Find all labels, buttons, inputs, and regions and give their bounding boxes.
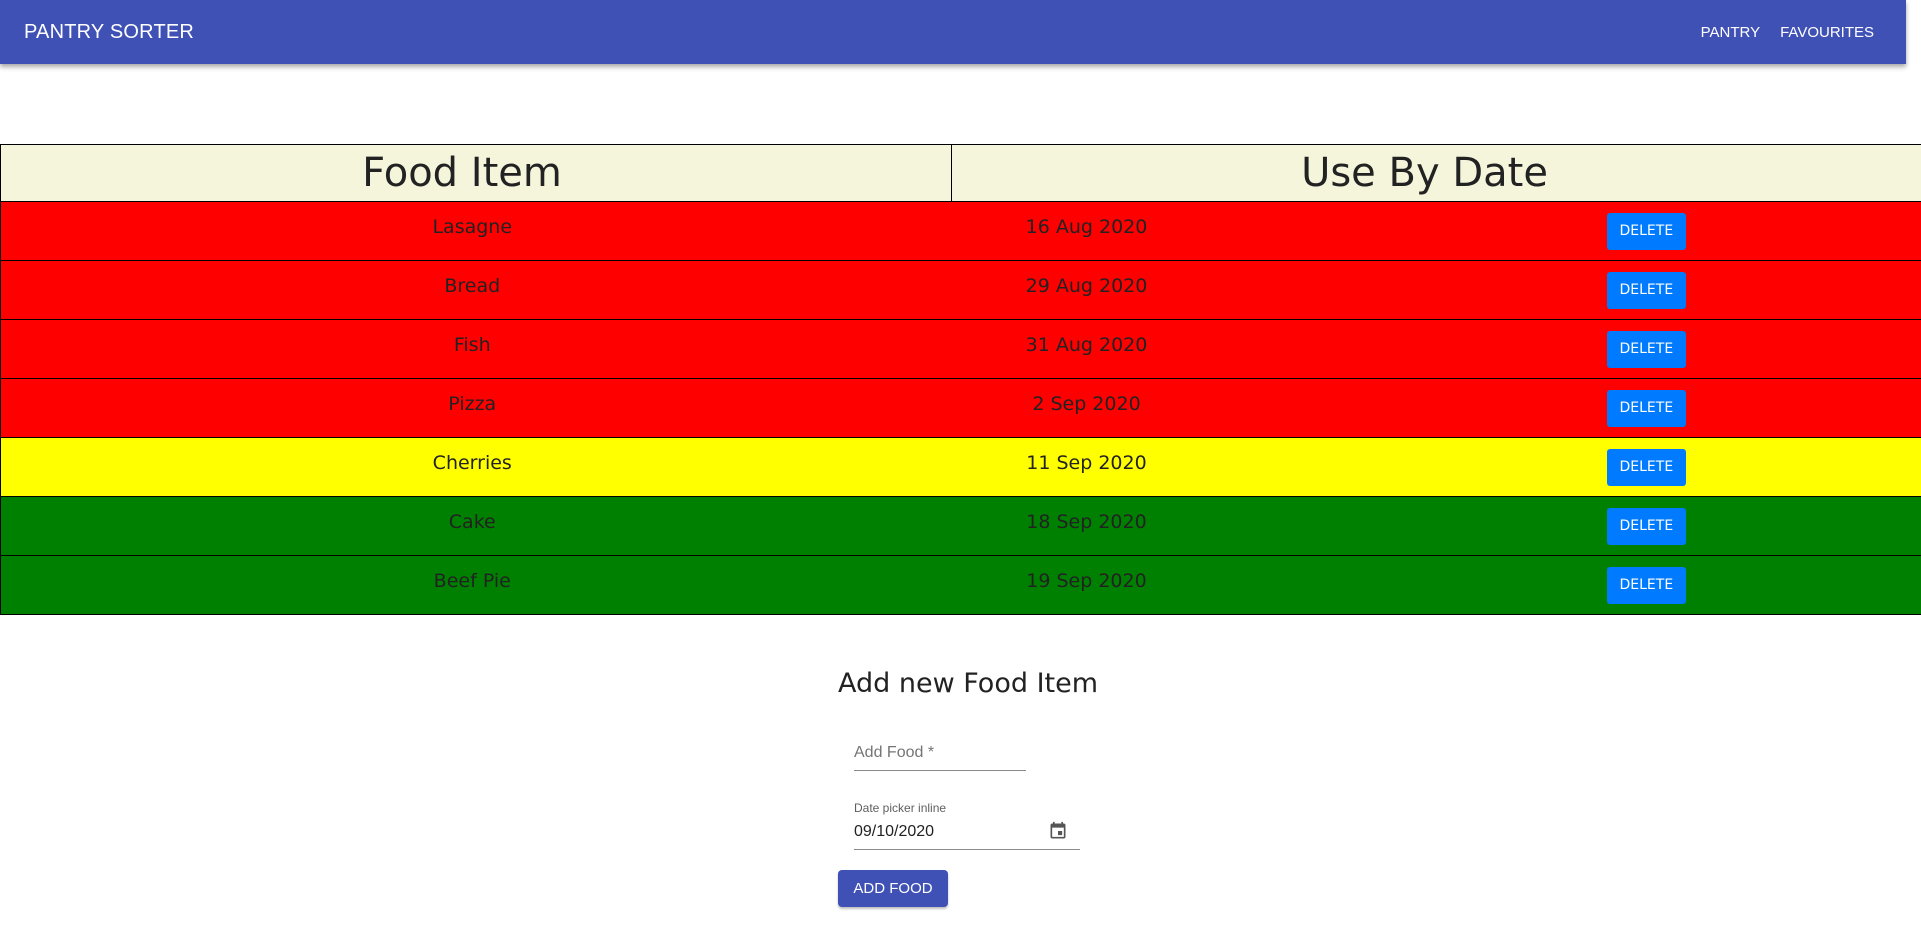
action-cell: DELETE [1227,437,1921,497]
date-cell: 29 Aug 2020 [951,260,1228,320]
food-name: Fish [453,334,491,356]
add-food-form: Add new Food Item Date picker inline 09/… [838,668,1238,907]
table-row: Bread 29 Aug 2020 DELETE [0,260,1921,320]
add-food-button[interactable]: ADD FOOD [838,870,948,907]
app-title: PANTRY SORTER [24,21,195,43]
nav-link-pantry[interactable]: PANTRY [1693,18,1768,47]
food-name: Pizza [448,393,497,415]
app-bar: PANTRY SORTER PANTRY FAVOURITES [0,0,1906,64]
table-row: Fish 31 Aug 2020 DELETE [0,319,1921,379]
delete-button[interactable]: DELETE [1606,213,1687,250]
food-cell: Cherries [0,437,952,497]
calendar-icon[interactable] [1048,821,1068,841]
table-row: Beef Pie 19 Sep 2020 DELETE [0,555,1921,615]
delete-button[interactable]: DELETE [1606,272,1687,309]
delete-button[interactable]: DELETE [1606,449,1687,486]
use-by-date: 18 Sep 2020 [1026,511,1147,533]
date-cell: 2 Sep 2020 [951,378,1228,438]
food-cell: Bread [0,260,952,320]
header-use-by-date: Use By Date [951,144,1921,202]
food-name: Bread [444,275,501,297]
action-cell: DELETE [1227,555,1921,615]
date-cell: 31 Aug 2020 [951,319,1228,379]
use-by-date: 11 Sep 2020 [1026,452,1147,474]
date-picker-value[interactable]: 09/10/2020 [854,823,934,841]
food-cell: Lasagne [0,201,952,261]
nav-menu: PANTRY FAVOURITES [1693,0,1882,64]
date-cell: 18 Sep 2020 [951,496,1228,556]
food-name: Lasagne [432,216,513,238]
table-row: Cherries 11 Sep 2020 DELETE [0,437,1921,497]
food-name: Beef Pie [433,570,511,592]
food-cell: Cake [0,496,952,556]
food-cell: Fish [0,319,952,379]
date-cell: 16 Aug 2020 [951,201,1228,261]
date-picker-label: Date picker inline [854,801,947,815]
delete-button[interactable]: DELETE [1606,390,1687,427]
add-food-field [854,740,1026,771]
use-by-date: 29 Aug 2020 [1025,275,1148,297]
action-cell: DELETE [1227,378,1921,438]
pantry-table: Food Item Use By Date Lasagne 16 Aug 2020… [0,144,1921,615]
food-name: Cake [448,511,496,533]
date-cell: 11 Sep 2020 [951,437,1228,497]
action-cell: DELETE [1227,201,1921,261]
action-cell: DELETE [1227,260,1921,320]
action-cell: DELETE [1227,319,1921,379]
table-row: Pizza 2 Sep 2020 DELETE [0,378,1921,438]
table-header-row: Food Item Use By Date [0,144,1921,202]
food-name: Cherries [432,452,512,474]
nav-link-favourites[interactable]: FAVOURITES [1772,18,1882,47]
header-food-item: Food Item [0,144,952,202]
action-cell: DELETE [1227,496,1921,556]
table-row: Cake 18 Sep 2020 DELETE [0,496,1921,556]
form-title: Add new Food Item [838,668,1099,699]
use-by-date: 19 Sep 2020 [1026,570,1147,592]
add-food-input[interactable] [854,740,1026,768]
use-by-date: 16 Aug 2020 [1025,216,1148,238]
use-by-date: 2 Sep 2020 [1032,393,1141,415]
table-row: Lasagne 16 Aug 2020 DELETE [0,201,1921,261]
food-cell: Beef Pie [0,555,952,615]
delete-button[interactable]: DELETE [1606,508,1687,545]
date-cell: 19 Sep 2020 [951,555,1228,615]
delete-button[interactable]: DELETE [1606,567,1687,604]
use-by-date: 31 Aug 2020 [1025,334,1148,356]
date-picker-field[interactable]: Date picker inline 09/10/2020 [854,801,1080,850]
delete-button[interactable]: DELETE [1606,331,1687,368]
food-cell: Pizza [0,378,952,438]
